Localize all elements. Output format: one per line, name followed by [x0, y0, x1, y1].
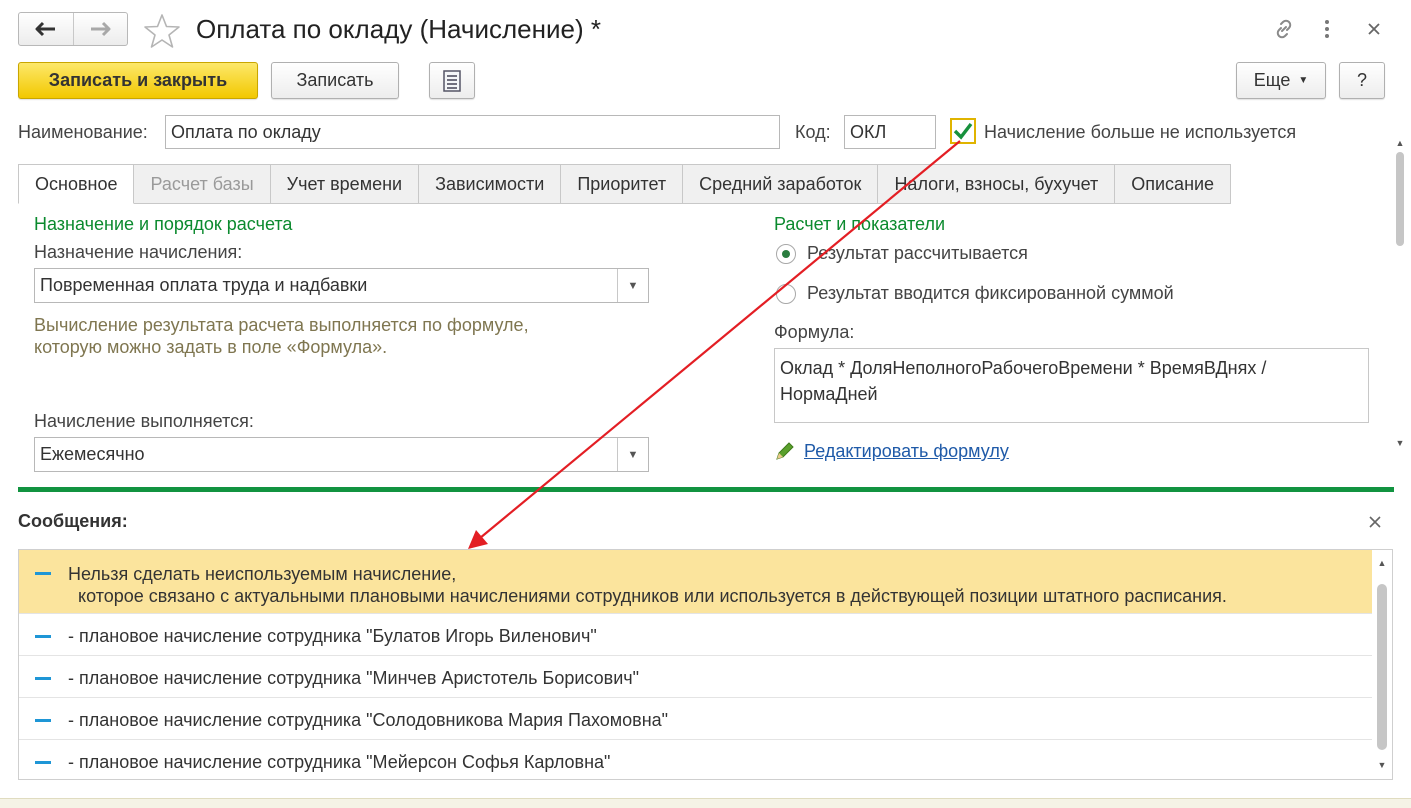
purpose-select[interactable]: Повременная оплата труда и надбавки ▼ — [34, 268, 649, 303]
message-text: Нельзя сделать неиспользуемым начисление… — [68, 564, 457, 584]
chevron-down-icon[interactable]: ▼ — [617, 438, 648, 471]
close-icon — [1369, 516, 1381, 528]
form-scrollbar[interactable]: ▲ ▼ — [1394, 138, 1406, 460]
performed-label: Начисление выполняется: — [34, 411, 254, 431]
message-item[interactable]: - плановое начисление сотрудника "Минчев… — [19, 656, 1372, 698]
radio-fixed-label: Результат вводится фиксированной суммой — [807, 283, 1174, 303]
messages-scrollbar[interactable]: ▲ ▼ — [1372, 550, 1392, 779]
scroll-up-icon[interactable]: ▲ — [1376, 558, 1388, 568]
tab-bar: Основное Расчет базы Учет времени Зависи… — [18, 164, 1232, 204]
tab-dependencies[interactable]: Зависимости — [419, 164, 562, 204]
save-button[interactable]: Записать — [271, 62, 399, 99]
more-actions-button[interactable] — [1313, 14, 1341, 44]
status-strip — [0, 798, 1411, 808]
purpose-select-value: Повременная оплата труда и надбавки — [40, 275, 368, 295]
navigation-buttons — [18, 12, 128, 46]
more-vertical-icon — [1325, 20, 1329, 38]
performed-select-value: Ежемесячно — [40, 444, 145, 464]
tab-main[interactable]: Основное — [18, 164, 135, 204]
star-icon — [144, 14, 180, 48]
message-item[interactable]: Нельзя сделать неиспользуемым начисление… — [19, 550, 1372, 614]
messages-list: Нельзя сделать неиспользуемым начисление… — [18, 549, 1393, 780]
code-input[interactable]: ОКЛ — [844, 115, 936, 149]
purpose-label: Назначение начисления: — [34, 242, 243, 262]
tab-description[interactable]: Описание — [1115, 164, 1232, 204]
scroll-up-icon[interactable]: ▲ — [1394, 138, 1406, 148]
code-label: Код: — [795, 122, 831, 142]
message-text: которое связано с актуальными плановыми … — [68, 586, 1227, 606]
document-list-icon — [443, 69, 461, 92]
scroll-down-icon[interactable]: ▼ — [1394, 438, 1406, 448]
close-messages-button[interactable] — [1368, 515, 1382, 534]
link-icon — [1276, 19, 1292, 39]
save-and-close-button[interactable]: Записать и закрыть — [18, 62, 258, 99]
scroll-down-icon[interactable]: ▼ — [1376, 760, 1388, 770]
radio-selected-dot — [782, 250, 790, 258]
messages-scrollbar-thumb[interactable] — [1377, 584, 1387, 750]
help-button[interactable]: ? — [1339, 62, 1385, 99]
radio-calculated[interactable] — [776, 244, 796, 264]
dash-icon — [35, 635, 51, 638]
favorite-button[interactable] — [143, 13, 181, 54]
more-menu-button[interactable]: Еще ▼ — [1236, 62, 1326, 99]
message-item[interactable]: - плановое начисление сотрудника "Солодо… — [19, 698, 1372, 740]
formula-hint-line2: которую можно задать в поле «Формула». — [34, 337, 388, 357]
formula-line2: НормаДней — [780, 384, 878, 404]
back-arrow-icon — [35, 21, 55, 37]
formula-hint-line1: Вычисление результата расчета выполняетс… — [34, 315, 529, 335]
close-window-button[interactable] — [1360, 14, 1388, 44]
edit-formula-link[interactable]: Редактировать формулу — [804, 441, 1009, 462]
calculation-section-title: Расчет и показатели — [774, 214, 946, 234]
unused-checkbox[interactable] — [950, 118, 976, 144]
message-text: - плановое начисление сотрудника "Мейерс… — [68, 752, 611, 772]
formula-textarea[interactable]: Оклад * ДоляНеполногоРабочегоВремени * В… — [774, 348, 1369, 423]
tab-time-accounting[interactable]: Учет времени — [270, 164, 420, 204]
page-title: Оплата по окладу (Начисление) * — [196, 14, 601, 44]
message-text: - плановое начисление сотрудника "Минчев… — [68, 668, 640, 688]
panel-splitter[interactable] — [18, 487, 1394, 492]
message-text: - плановое начисление сотрудника "Солодо… — [68, 710, 669, 730]
checkmark-icon — [953, 122, 973, 140]
dash-icon — [35, 761, 51, 764]
dash-icon — [35, 719, 51, 722]
message-item[interactable]: - плановое начисление сотрудника "Мейерс… — [19, 740, 1372, 779]
tab-base-calculation[interactable]: Расчет базы — [134, 164, 271, 204]
tab-taxes[interactable]: Налоги, взносы, бухучет — [878, 164, 1116, 204]
back-button[interactable] — [19, 13, 73, 45]
link-button[interactable] — [1270, 14, 1298, 44]
tab-average-earnings[interactable]: Средний заработок — [683, 164, 879, 204]
message-text: - плановое начисление сотрудника "Булато… — [68, 626, 597, 646]
chevron-down-icon[interactable]: ▼ — [617, 269, 648, 302]
purpose-section-title: Назначение и порядок расчета — [34, 214, 293, 234]
name-label: Наименование: — [18, 122, 148, 142]
pencil-icon — [774, 440, 796, 467]
unused-checkbox-label: Начисление больше не используется — [984, 122, 1297, 142]
performed-select[interactable]: Ежемесячно ▼ — [34, 437, 649, 472]
report-button[interactable] — [429, 62, 475, 99]
forward-arrow-icon — [91, 21, 111, 37]
close-icon — [1368, 23, 1380, 35]
forward-button[interactable] — [72, 13, 128, 45]
formula-line1: Оклад * ДоляНеполногоРабочегоВремени * В… — [780, 358, 1267, 378]
message-item[interactable]: - плановое начисление сотрудника "Булато… — [19, 614, 1372, 656]
dash-icon — [35, 677, 51, 680]
messages-title: Сообщения: — [18, 511, 128, 531]
radio-fixed[interactable] — [776, 284, 796, 304]
chevron-down-icon: ▼ — [1298, 75, 1309, 86]
radio-calculated-label: Результат рассчитывается — [807, 243, 1028, 263]
form-scrollbar-thumb[interactable] — [1396, 152, 1404, 246]
name-input[interactable]: Оплата по окладу — [165, 115, 780, 149]
dash-icon — [35, 572, 51, 575]
more-menu-label: Еще — [1253, 70, 1291, 90]
tab-priority[interactable]: Приоритет — [561, 164, 684, 204]
formula-label: Формула: — [774, 322, 855, 342]
